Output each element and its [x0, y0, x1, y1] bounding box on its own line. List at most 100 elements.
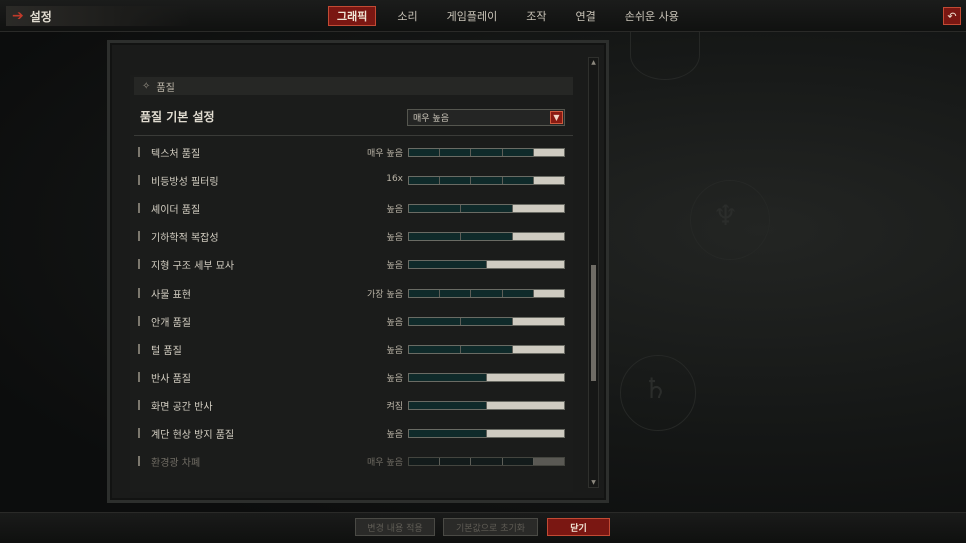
setting-slider[interactable] [408, 204, 565, 213]
setting-slider[interactable] [408, 289, 565, 298]
slider-segment[interactable] [471, 149, 503, 156]
slider-segment[interactable] [487, 430, 564, 437]
top-bar: ➔ 설정 그래픽 소리 게임플레이 조작 연결 손쉬운 사용 ↶ [0, 0, 966, 32]
slider-segment[interactable] [461, 346, 513, 353]
tab-sound[interactable]: 소리 [389, 6, 425, 26]
setting-slider[interactable] [408, 457, 565, 466]
slider-segment[interactable] [440, 290, 472, 297]
slider-segment[interactable] [409, 374, 487, 381]
slider-segment[interactable] [487, 402, 564, 409]
slider-segment[interactable] [409, 233, 461, 240]
setting-row[interactable]: 반사 품질 높음 [138, 369, 568, 385]
setting-row[interactable]: 털 품질 높음 [138, 341, 568, 357]
slider-segment[interactable] [409, 261, 487, 268]
arrow-icon: ➔ [12, 8, 24, 24]
setting-row[interactable]: 화면 공간 반사 켜짐 [138, 397, 568, 413]
slider-segment[interactable] [409, 205, 461, 212]
apply-changes-button[interactable]: 변경 내용 적용 [355, 518, 435, 536]
setting-row[interactable]: 셰이더 품질 높음 [138, 200, 568, 216]
setting-row[interactable]: 비등방성 필터링 16x [138, 172, 568, 188]
tab-network[interactable]: 연결 [567, 6, 603, 26]
row-marker [138, 288, 140, 298]
row-marker [138, 344, 140, 354]
slider-segment[interactable] [513, 233, 564, 240]
setting-row[interactable]: 지형 구조 세부 묘사 높음 [138, 256, 568, 272]
setting-value: 매우 높음 [367, 149, 403, 159]
diamond-icon: ✧ [142, 80, 151, 92]
slider-segment[interactable] [409, 458, 441, 465]
slider-segment[interactable] [503, 290, 534, 297]
scrollbar-thumb[interactable] [591, 265, 596, 381]
setting-label: 털 품질 [151, 346, 182, 357]
setting-label: 비등방성 필터링 [151, 177, 219, 188]
setting-value: 높음 [386, 233, 403, 243]
slider-segment[interactable] [533, 290, 565, 297]
setting-slider[interactable] [408, 429, 565, 438]
setting-row[interactable]: 환경광 차폐 매우 높음 [138, 453, 568, 469]
slider-segment[interactable] [513, 346, 564, 353]
rune-glyph-icon: ♄ [643, 372, 669, 405]
setting-label: 환경광 차폐 [151, 458, 201, 469]
slider-segment[interactable] [503, 149, 534, 156]
close-button[interactable]: 닫기 [547, 518, 610, 536]
slider-segment[interactable] [487, 374, 564, 381]
slider-segment[interactable] [533, 458, 565, 465]
slider-segment[interactable] [513, 205, 564, 212]
slider-segment[interactable] [503, 177, 534, 184]
setting-slider[interactable] [408, 401, 565, 410]
row-marker [138, 147, 140, 157]
setting-row[interactable]: 사물 표현 가장 높음 [138, 285, 568, 301]
setting-slider[interactable] [408, 373, 565, 382]
setting-slider[interactable] [408, 345, 565, 354]
slider-segment[interactable] [409, 290, 441, 297]
slider-segment[interactable] [440, 458, 472, 465]
row-marker [138, 231, 140, 241]
slider-segment[interactable] [409, 346, 461, 353]
divider [134, 135, 573, 136]
slider-segment[interactable] [409, 149, 441, 156]
slider-segment[interactable] [461, 318, 513, 325]
slider-segment[interactable] [440, 177, 472, 184]
slider-segment[interactable] [440, 149, 472, 156]
scroll-up-icon[interactable]: ▲ [589, 58, 598, 67]
setting-row[interactable]: 기하학적 복잡성 높음 [138, 228, 568, 244]
setting-slider[interactable] [408, 260, 565, 269]
slider-segment[interactable] [409, 177, 441, 184]
row-marker [138, 203, 140, 213]
setting-row[interactable]: 안개 품질 높음 [138, 313, 568, 329]
tab-graphics[interactable]: 그래픽 [328, 6, 377, 26]
quality-preset-label: 품질 기본 설정 [140, 110, 215, 124]
tab-controls[interactable]: 조작 [518, 6, 554, 26]
slider-segment[interactable] [471, 290, 503, 297]
reset-defaults-button[interactable]: 기본값으로 초기화 [443, 518, 538, 536]
row-marker [138, 400, 140, 410]
setting-slider[interactable] [408, 317, 565, 326]
slider-segment[interactable] [471, 458, 503, 465]
section-header: ✧ 품질 [134, 77, 573, 95]
tab-accessibility[interactable]: 손쉬운 사용 [617, 6, 687, 26]
setting-slider[interactable] [408, 148, 565, 157]
slider-segment[interactable] [533, 149, 565, 156]
setting-value: 높음 [386, 430, 403, 440]
slider-segment[interactable] [533, 177, 565, 184]
slider-segment[interactable] [409, 402, 487, 409]
back-button[interactable]: ↶ [943, 7, 961, 25]
setting-slider[interactable] [408, 176, 565, 185]
slider-segment[interactable] [503, 458, 534, 465]
setting-row[interactable]: 텍스처 품질 매우 높음 [138, 144, 568, 160]
slider-segment[interactable] [487, 261, 564, 268]
slider-segment[interactable] [461, 205, 513, 212]
tab-gameplay[interactable]: 게임플레이 [439, 6, 506, 26]
slider-segment[interactable] [409, 430, 487, 437]
quality-preset-dropdown[interactable]: 매우 높음 ▼ [407, 109, 565, 126]
scroll-down-icon[interactable]: ▼ [589, 478, 598, 487]
scrollbar[interactable]: ▲ ▼ [588, 57, 599, 488]
slider-segment[interactable] [409, 318, 461, 325]
setting-slider[interactable] [408, 232, 565, 241]
setting-value: 높음 [386, 374, 403, 384]
setting-row[interactable]: 계단 현상 방지 품질 높음 [138, 425, 568, 441]
slider-segment[interactable] [513, 318, 564, 325]
slider-segment[interactable] [461, 233, 513, 240]
dropdown-arrow-icon[interactable]: ▼ [550, 111, 563, 124]
slider-segment[interactable] [471, 177, 503, 184]
